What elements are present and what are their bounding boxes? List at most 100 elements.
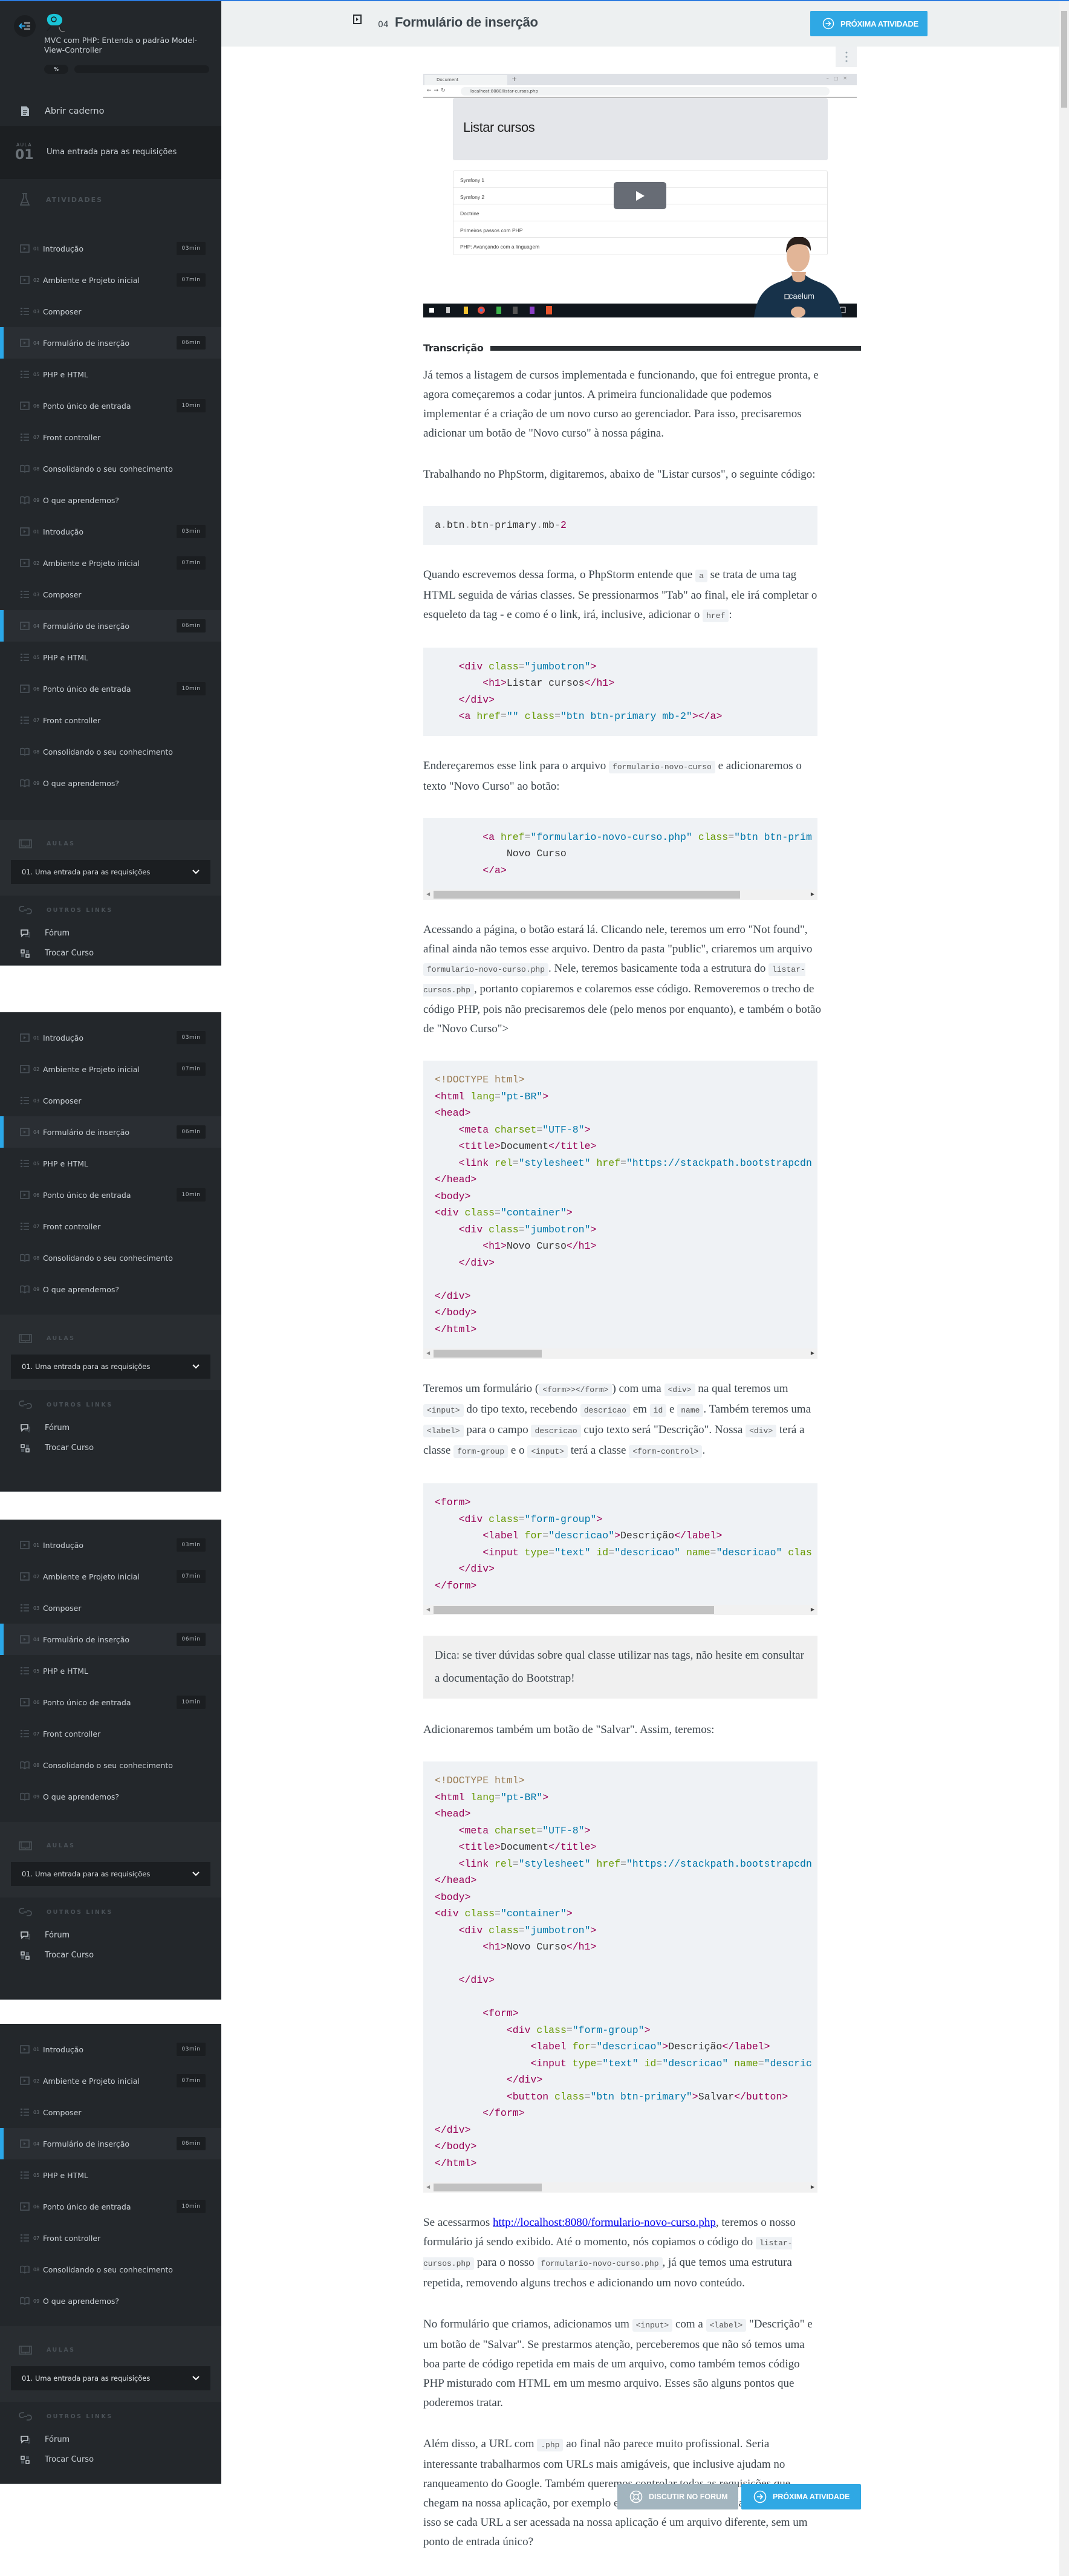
sidebar-item[interactable]: 04 Formulário de inserção 06min: [0, 1116, 221, 1148]
sidebar-item[interactable]: 04 Formulário de inserção 06min: [0, 610, 221, 642]
sidebar-item[interactable]: 08 Consolidando o seu conhecimento: [0, 1749, 221, 1781]
book-icon: [20, 1792, 30, 1801]
scroll-left-arrow-icon[interactable]: ◀: [426, 2184, 430, 2190]
code-scrollbar[interactable]: ◀ ▶: [423, 1348, 817, 1359]
sidebar-item[interactable]: 09 O que aprendemos?: [0, 1273, 221, 1305]
sidebar-item[interactable]: 02 Ambiente e Projeto inicial 07min: [0, 264, 221, 296]
sidebar-item[interactable]: 02 Ambiente e Projeto inicial 07min: [0, 1561, 221, 1592]
sidebar-item[interactable]: 03 Composer: [0, 296, 221, 327]
scroll-left-arrow-icon[interactable]: ◀: [426, 1350, 430, 1356]
sidebar-link[interactable]: Fórum: [0, 923, 221, 943]
transcript-paragraph: Conversaremos mais sobre esses assuntos …: [423, 2574, 822, 2576]
more-options-button[interactable]: [836, 47, 857, 67]
collapse-sidebar-button[interactable]: [14, 15, 36, 37]
code-token: >: [590, 1924, 597, 1936]
sidebar-item[interactable]: 07 Front controller: [0, 2222, 221, 2254]
sidebar-item[interactable]: 05 PHP e HTML: [0, 1655, 221, 1686]
sidebar-item[interactable]: 08 Consolidando o seu conhecimento: [0, 453, 221, 484]
sidebar-item[interactable]: 07 Front controller: [0, 704, 221, 736]
next-activity-button-bottom[interactable]: PRÓXIMA ATIVIDADE: [741, 2484, 861, 2509]
sidebar-item[interactable]: 06 Ponto único de entrada 10min: [0, 390, 221, 421]
sidebar-item[interactable]: 07 Front controller: [0, 421, 221, 453]
lessons-select[interactable]: 01. Uma entrada para as requisições: [11, 860, 210, 884]
lessons-select[interactable]: 01. Uma entrada para as requisições: [11, 1355, 210, 1379]
sidebar-item[interactable]: 09 O que aprendemos?: [0, 767, 221, 799]
code-scrollbar-thumb[interactable]: [434, 891, 740, 899]
scroll-right-arrow-icon[interactable]: ▶: [811, 2184, 814, 2190]
sidebar-item[interactable]: 02 Ambiente e Projeto inicial 07min: [0, 547, 221, 579]
lessons-select[interactable]: 01. Uma entrada para as requisições: [11, 2366, 210, 2390]
sidebar-link[interactable]: Trocar Curso: [0, 1945, 221, 1965]
sidebar-item[interactable]: 07 Front controller: [0, 1718, 221, 1749]
sidebar-item[interactable]: 08 Consolidando o seu conhecimento: [0, 2254, 221, 2285]
code-scrollbar-thumb[interactable]: [434, 1606, 714, 1614]
page-scrollbar[interactable]: [1059, 1, 1069, 2576]
sidebar-link[interactable]: Trocar Curso: [0, 943, 221, 963]
lessons-select[interactable]: 01. Uma entrada para as requisições: [11, 1862, 210, 1886]
sidebar-item[interactable]: 01 Introdução 03min: [0, 516, 221, 547]
code-scrollbar[interactable]: ◀ ▶: [423, 2182, 817, 2193]
sidebar-item[interactable]: 05 PHP e HTML: [0, 2159, 221, 2191]
sidebar-item[interactable]: 03 Composer: [0, 1085, 221, 1116]
sidebar-item[interactable]: 01 Introdução 03min: [0, 1529, 221, 1561]
sidebar-item[interactable]: 05 PHP e HTML: [0, 1148, 221, 1179]
play-button[interactable]: [614, 182, 666, 209]
page-scrollbar-thumb[interactable]: [1061, 11, 1067, 108]
code-scrollbar-thumb[interactable]: [434, 2184, 542, 2191]
sidebar-item[interactable]: 01 Introdução 03min: [0, 1022, 221, 1053]
lessons-icon: [19, 2344, 32, 2355]
code-scrollbar-thumb[interactable]: [434, 1350, 542, 1358]
sidebar-item[interactable]: 02 Ambiente e Projeto inicial 07min: [0, 1053, 221, 1085]
paragraph-text: para o campo: [463, 1423, 531, 1436]
scroll-left-arrow-icon[interactable]: ◀: [426, 1607, 430, 1612]
sidebar-item[interactable]: 06 Ponto único de entrada 10min: [0, 2191, 221, 2222]
sidebar-item[interactable]: 01 Introdução 03min: [0, 233, 221, 264]
next-activity-button[interactable]: PRÓXIMA ATIVIDADE: [810, 11, 928, 36]
transcript-link[interactable]: http://localhost:8080/formulario-novo-cu…: [493, 2216, 716, 2229]
sidebar-item[interactable]: 09 O que aprendemos?: [0, 484, 221, 516]
sidebar-link[interactable]: Fórum: [0, 1925, 221, 1945]
sidebar-item[interactable]: 09 O que aprendemos?: [0, 2285, 221, 2317]
code-token: >: [596, 1513, 603, 1525]
code-scrollbar[interactable]: ◀ ▶: [423, 1605, 817, 1615]
sidebar-link[interactable]: Trocar Curso: [0, 2450, 221, 2470]
sidebar-link[interactable]: Fórum: [0, 1418, 221, 1438]
other-links-label: OUTROS LINKS: [47, 1401, 113, 1408]
discuss-forum-button[interactable]: DISCUTIR NO FORUM: [617, 2484, 738, 2509]
sidebar-item[interactable]: 03 Composer: [0, 579, 221, 610]
sidebar-item[interactable]: 06 Ponto único de entrada 10min: [0, 673, 221, 704]
sidebar-item[interactable]: 05 PHP e HTML: [0, 642, 221, 673]
sidebar-item[interactable]: 09 O que aprendemos?: [0, 1781, 221, 1812]
scroll-right-arrow-icon[interactable]: ▶: [811, 1607, 814, 1612]
sidebar-item[interactable]: 01 Introdução 03min: [0, 2034, 221, 2065]
forum-icon: [21, 1423, 30, 1433]
sidebar-item[interactable]: 03 Composer: [0, 2096, 221, 2128]
video-player[interactable]: Document + –□✕ ←→↻ localhost:8080/listar…: [423, 74, 857, 317]
sidebar-item[interactable]: 07 Front controller: [0, 1211, 221, 1242]
sidebar-item[interactable]: 04 Formulário de inserção 06min: [0, 2128, 221, 2159]
sidebar-item[interactable]: 08 Consolidando o seu conhecimento: [0, 1242, 221, 1273]
sidebar-link[interactable]: Fórum: [0, 2430, 221, 2450]
scroll-left-arrow-icon[interactable]: ◀: [426, 891, 430, 897]
sidebar-item[interactable]: 02 Ambiente e Projeto inicial 07min: [0, 2065, 221, 2096]
sidebar-item[interactable]: 03 Composer: [0, 1592, 221, 1624]
code-token: =: [495, 1090, 501, 1102]
sidebar-item[interactable]: 05 PHP e HTML: [0, 359, 221, 390]
paragraph-text: , portanto copiaremos e colaremos esse c…: [423, 983, 821, 1035]
scroll-right-arrow-icon[interactable]: ▶: [811, 891, 814, 897]
code-token: >: [590, 1223, 597, 1235]
open-notebook-link[interactable]: Abrir caderno: [0, 98, 221, 125]
code-token: </h1: [584, 677, 609, 689]
code-token: </body: [435, 2141, 471, 2152]
sidebar-item-label: Ambiente e Projeto inicial: [43, 2076, 140, 2086]
sidebar-link[interactable]: Trocar Curso: [0, 1438, 221, 1458]
sidebar-item[interactable]: 04 Formulário de inserção 06min: [0, 1624, 221, 1655]
sidebar-item[interactable]: 04 Formulário de inserção 06min: [0, 327, 221, 359]
scroll-right-arrow-icon[interactable]: ▶: [811, 1350, 814, 1356]
code-scrollbar[interactable]: ◀ ▶: [423, 890, 817, 900]
sidebar-item[interactable]: 06 Ponto único de entrada 10min: [0, 1179, 221, 1211]
sidebar-item[interactable]: 06 Ponto único de entrada 10min: [0, 1686, 221, 1718]
sidebar-item[interactable]: 08 Consolidando o seu conhecimento: [0, 736, 221, 767]
